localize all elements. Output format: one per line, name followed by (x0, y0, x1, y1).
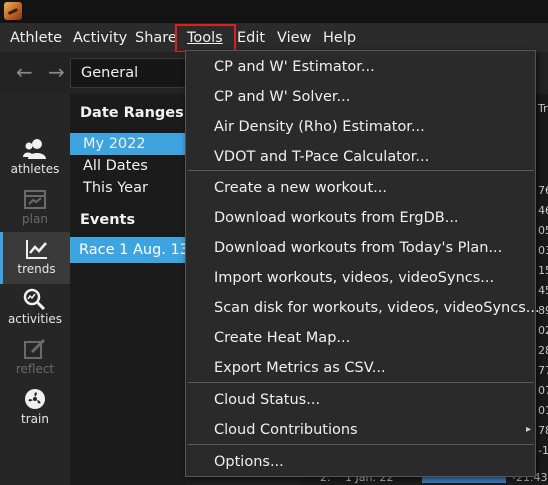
menu-athlete[interactable]: Athlete (10, 28, 62, 48)
sidebar-item-label: plan (22, 212, 48, 226)
sidebar-item-activities[interactable]: activities (0, 282, 70, 334)
view-select-value: General (81, 65, 139, 81)
menu-item-download-ergdb[interactable]: Download workouts from ErgDB... (214, 207, 459, 229)
sidebar-item-label: trends (17, 262, 56, 276)
fan-icon (25, 389, 45, 409)
menu-item-vdot[interactable]: VDOT and T-Pace Calculator... (214, 146, 429, 168)
menu-item-cloud-status[interactable]: Cloud Status... (214, 389, 320, 411)
menu-item-export-metrics[interactable]: Export Metrics as CSV... (214, 357, 386, 379)
menu-item-create-workout[interactable]: Create a new workout... (214, 177, 387, 199)
background-text: 15 (538, 264, 548, 277)
menu-help-label: Help (323, 30, 357, 46)
menu-item-cp-estimator[interactable]: CP and W' Estimator... (214, 56, 375, 78)
pencil-icon (24, 338, 46, 359)
sidebar-item-trends[interactable]: trends (0, 232, 70, 284)
menu-edit[interactable]: Edit (237, 28, 265, 48)
menu-item-cloud-contributions[interactable]: Cloud Contributions (214, 419, 358, 441)
sidebar-item-label: activities (7, 312, 63, 326)
background-text: 77 (538, 364, 548, 377)
menu-activity-label: Activity (73, 30, 128, 46)
menu-item-cp-solver[interactable]: CP and W' Solver... (214, 86, 350, 108)
background-text: -14 (538, 444, 548, 457)
background-text: 76 (538, 184, 548, 197)
arrow-left-icon[interactable]: ← (16, 60, 33, 84)
sidebar-item-plan[interactable]: plan (0, 182, 70, 234)
menu-separator (188, 382, 534, 383)
menu-item-import-workouts[interactable]: Import workouts, videos, videoSyncs... (214, 267, 494, 289)
menu-share[interactable]: Share (135, 28, 177, 48)
menu-view-label: View (277, 30, 312, 46)
menu-activity[interactable]: Activity (73, 28, 127, 48)
background-text: 45 (538, 284, 548, 297)
sidebar-item-reflect[interactable]: reflect (0, 332, 70, 384)
background-text: Tr (538, 102, 548, 115)
menu-item-scan-disk[interactable]: Scan disk for workouts, videos, videoSyn… (214, 297, 540, 319)
menu-item-download-todays-plan[interactable]: Download workouts from Today's Plan... (214, 237, 502, 259)
sidebar-item-label: athletes (10, 162, 60, 176)
menu-bar: Athlete Activity Share Tools Edit View H… (0, 23, 548, 52)
magnifier-icon (23, 288, 46, 310)
background-text: 03 (538, 244, 548, 257)
range-item[interactable]: This Year (70, 177, 186, 199)
athletes-icon (23, 139, 46, 159)
background-text: 28 (538, 344, 548, 357)
chart-icon (25, 240, 47, 259)
menu-item-options[interactable]: Options... (214, 451, 284, 473)
arrow-right-icon[interactable]: → (48, 60, 65, 84)
menu-view[interactable]: View (277, 28, 311, 48)
event-item[interactable]: Race 1 Aug. 13, (70, 237, 186, 263)
title-bar (0, 0, 548, 23)
sidebar-item-label: train (21, 412, 49, 426)
background-text: 78 (538, 424, 548, 437)
menu-athlete-label: Athlete (10, 30, 63, 46)
menu-item-create-heat-map[interactable]: Create Heat Map... (214, 327, 350, 349)
events-header: Events (80, 212, 136, 228)
sidebar: athletes plan trends activities reflect (0, 94, 70, 485)
background-text: 02 (538, 324, 548, 337)
sidebar-item-train[interactable]: train (0, 382, 70, 434)
menu-help[interactable]: Help (323, 28, 356, 48)
menu-separator (188, 444, 534, 445)
sidebar-item-label: reflect (15, 362, 55, 376)
background-text: 05 (538, 224, 548, 237)
range-item[interactable]: My 2022 (70, 133, 186, 155)
sidebar-item-athletes[interactable]: athletes (0, 132, 70, 184)
menu-separator (188, 170, 534, 171)
background-text: 46 (538, 204, 548, 217)
background-text: 07 (538, 384, 548, 397)
range-item[interactable]: All Dates (70, 155, 186, 177)
tools-menu-highlight (175, 24, 236, 53)
background-text: 01 (538, 404, 548, 417)
tools-dropdown-menu: CP and W' Estimator... CP and W' Solver.… (185, 50, 540, 477)
calendar-icon (24, 190, 46, 209)
menu-share-label: Share (135, 30, 177, 46)
menu-edit-label: Edit (237, 30, 266, 46)
date-ranges-header: Date Ranges (80, 105, 184, 121)
menu-item-air-density[interactable]: Air Density (Rho) Estimator... (214, 116, 425, 138)
view-select[interactable]: General (70, 58, 190, 88)
submenu-arrow-icon: ▸ (526, 424, 532, 435)
app-logo-icon (4, 2, 22, 20)
